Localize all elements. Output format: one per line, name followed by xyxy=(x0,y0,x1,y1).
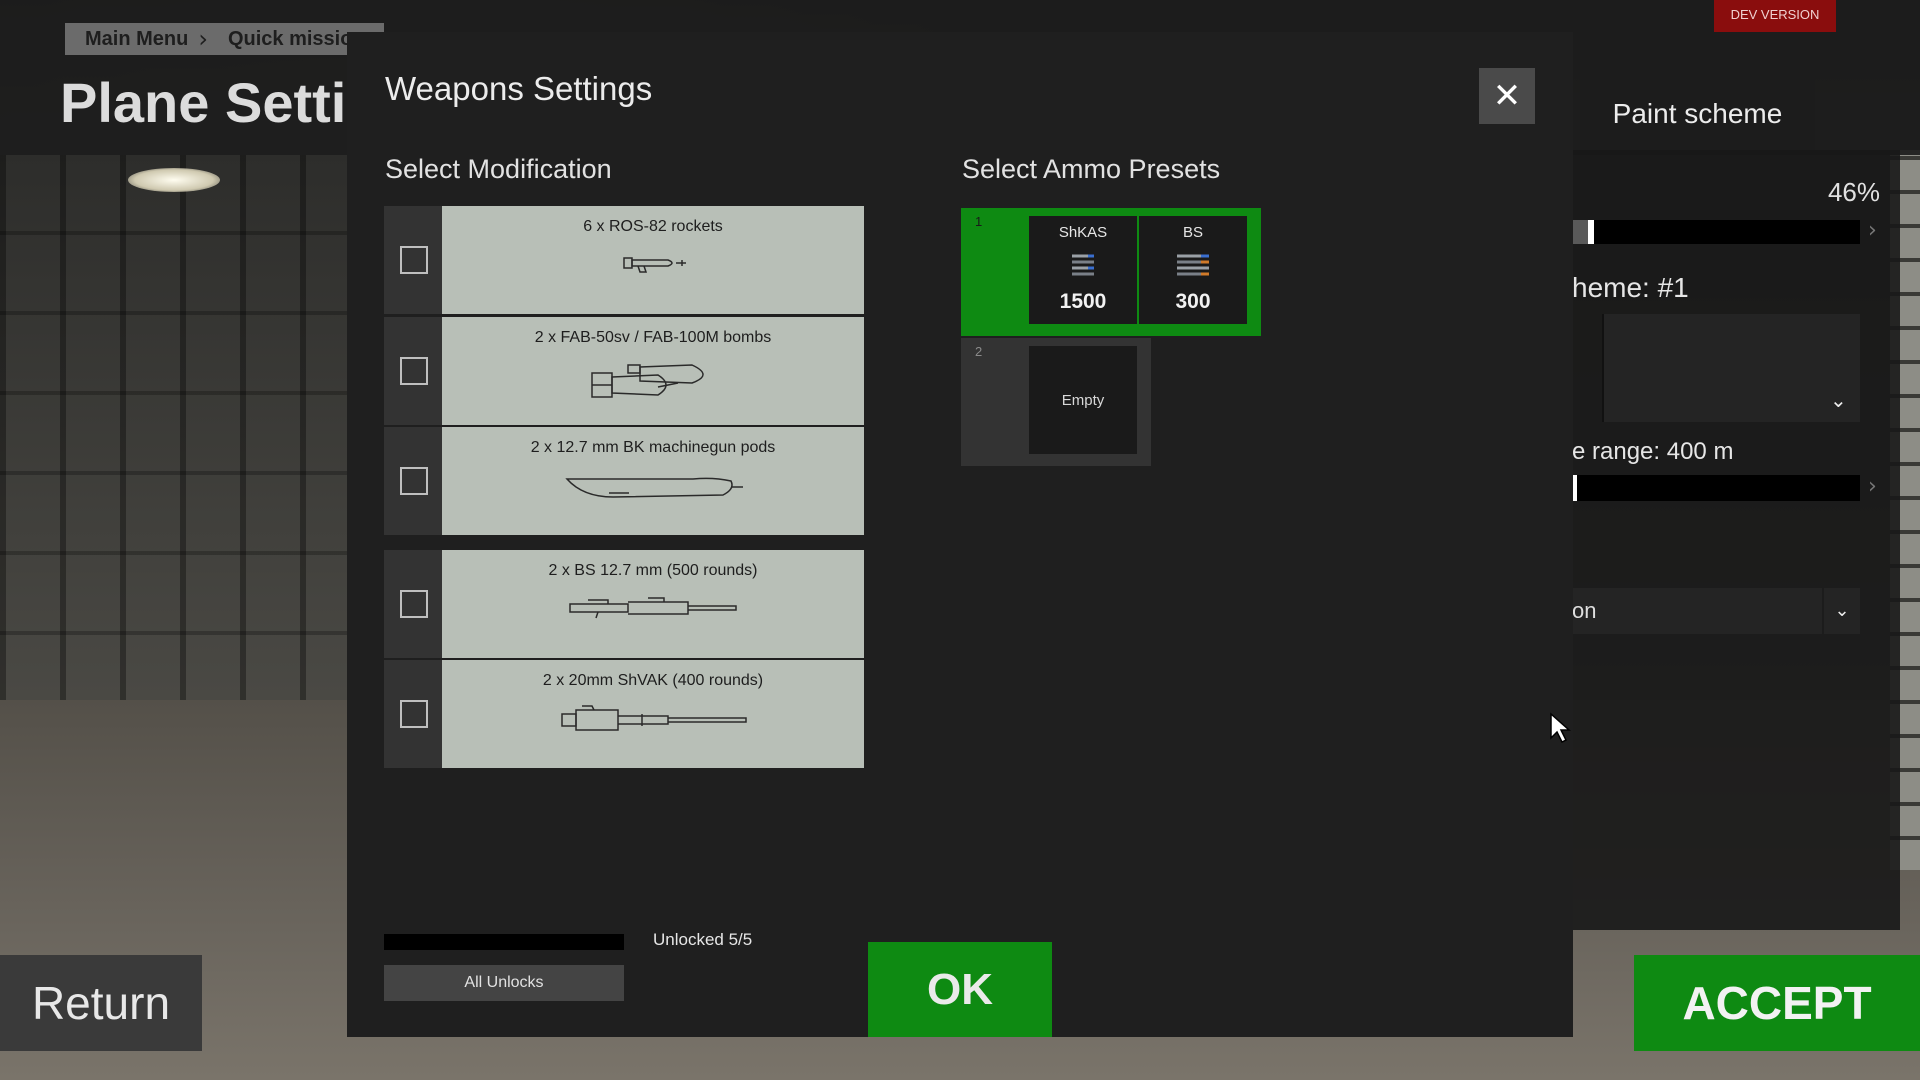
mouse-cursor-icon xyxy=(1550,712,1571,744)
accept-button[interactable]: ACCEPT xyxy=(1634,955,1920,1051)
modification-label: 2 x 12.7 mm BK machinegun pods xyxy=(530,439,776,456)
modification-label: 2 x 20mm ShVAK (400 rounds) xyxy=(542,672,764,689)
modification-label: 2 x FAB-50sv / FAB-100M bombs xyxy=(534,329,772,346)
breadcrumb: Main Menu › Quick mission › xyxy=(65,23,385,55)
ammo-section-title: Select Ammo Presets xyxy=(962,154,1221,184)
checkbox-cell[interactable] xyxy=(384,550,442,658)
ammo-name: ShKAS xyxy=(1058,224,1108,241)
modification-card[interactable]: 2 x 12.7 mm BK machinegun pods xyxy=(442,427,864,535)
modification-row[interactable]: 2 x 20mm ShVAK (400 rounds) xyxy=(384,660,864,768)
modification-checkbox[interactable] xyxy=(400,467,428,495)
modification-row[interactable]: 2 x FAB-50sv / FAB-100M bombs xyxy=(384,317,864,425)
scheme-label: heme: #1 xyxy=(1572,272,1689,303)
checkbox-cell[interactable] xyxy=(384,317,442,425)
cannon-icon xyxy=(561,705,747,731)
percent-readout: 46% xyxy=(1827,177,1880,207)
ammo-belt-icon xyxy=(1072,254,1094,276)
chevron-down-icon[interactable]: ⌄ xyxy=(1824,588,1860,634)
scheme-dropdown[interactable] xyxy=(1602,314,1860,422)
chevron-down-icon[interactable]: ⌄ xyxy=(1830,388,1847,412)
bomb-icon xyxy=(591,364,704,398)
modification-card[interactable]: 2 x 20mm ShVAK (400 rounds) xyxy=(442,660,864,768)
unlock-status: Unlocked 5/5 xyxy=(653,930,753,949)
chevron-right-icon: › xyxy=(198,25,208,53)
ammo-slot-empty[interactable]: Empty xyxy=(1029,346,1137,454)
modification-label: 2 x BS 12.7 mm (500 rounds) xyxy=(548,562,758,579)
gun-pod-icon xyxy=(565,477,743,498)
checkbox-cell[interactable] xyxy=(384,660,442,768)
ammo-name: BS xyxy=(1182,224,1203,241)
modification-row[interactable]: 2 x 12.7 mm BK machinegun pods xyxy=(384,427,864,535)
modification-label: 6 x ROS-82 rockets xyxy=(583,218,723,235)
right-settings-panel xyxy=(1570,150,1900,930)
percent-slider[interactable] xyxy=(1572,220,1860,244)
ammo-belt-icon xyxy=(1177,254,1209,276)
page-title: Plane Settir xyxy=(60,71,369,134)
chevron-right-icon[interactable]: › xyxy=(1868,474,1877,499)
modification-card[interactable]: 2 x FAB-50sv / FAB-100M bombs xyxy=(442,317,864,425)
modification-card[interactable]: 2 x BS 12.7 mm (500 rounds) xyxy=(442,550,864,658)
range-slider[interactable] xyxy=(1572,475,1860,501)
ok-button[interactable]: OK xyxy=(868,942,1052,1037)
ammo-preset-1[interactable]: 1 ShKAS 1500 BS 300 xyxy=(961,208,1261,336)
hangar-wall xyxy=(0,155,360,715)
preset-number: 2 xyxy=(975,344,983,359)
slider-handle[interactable] xyxy=(1587,220,1594,244)
ammo-slot[interactable]: ShKAS 1500 xyxy=(1029,216,1137,324)
modification-checkbox[interactable] xyxy=(400,357,428,385)
chevron-right-icon[interactable]: › xyxy=(1868,218,1877,243)
close-icon[interactable]: ✕ xyxy=(1479,68,1535,124)
ammo-count: 300 xyxy=(1175,290,1211,313)
range-label: e range: 400 m xyxy=(1572,438,1734,465)
all-unlocks-button[interactable]: All Unlocks xyxy=(384,965,624,1001)
ammo-count: 1500 xyxy=(1059,290,1107,313)
rocket-icon xyxy=(623,257,686,273)
option-select[interactable]: on xyxy=(1572,588,1822,634)
slider-fill xyxy=(1572,220,1588,244)
return-button[interactable]: Return xyxy=(0,955,202,1051)
breadcrumb-main-menu[interactable]: Main Menu xyxy=(65,23,198,55)
modification-checkbox[interactable] xyxy=(400,590,428,618)
modification-row[interactable]: 6 x ROS-82 rockets xyxy=(384,206,864,314)
modification-row[interactable]: 2 x BS 12.7 mm (500 rounds) xyxy=(384,550,864,658)
ammo-preset-2[interactable]: 2 Empty xyxy=(961,338,1151,466)
preset-number: 1 xyxy=(975,214,983,229)
tab-paint-scheme[interactable]: Paint scheme xyxy=(1580,78,1815,150)
modification-section-title: Select Modification xyxy=(385,154,612,184)
dev-version-badge: DEV VERSION xyxy=(1714,0,1836,32)
checkbox-cell[interactable] xyxy=(384,427,442,535)
dialog-title: Weapons Settings xyxy=(385,70,653,107)
ammo-slot[interactable]: BS 300 xyxy=(1139,216,1247,324)
checkbox-cell[interactable] xyxy=(384,206,442,314)
hangar-lamp xyxy=(128,168,220,192)
unlock-progress-bar xyxy=(384,934,624,950)
modification-checkbox[interactable] xyxy=(400,700,428,728)
modification-checkbox[interactable] xyxy=(400,246,428,274)
empty-label: Empty xyxy=(1061,391,1105,409)
machinegun-icon xyxy=(569,597,737,619)
weapons-settings-dialog: Weapons Settings ✕ Select Modification S… xyxy=(347,32,1573,1037)
modification-card[interactable]: 6 x ROS-82 rockets xyxy=(442,206,864,314)
